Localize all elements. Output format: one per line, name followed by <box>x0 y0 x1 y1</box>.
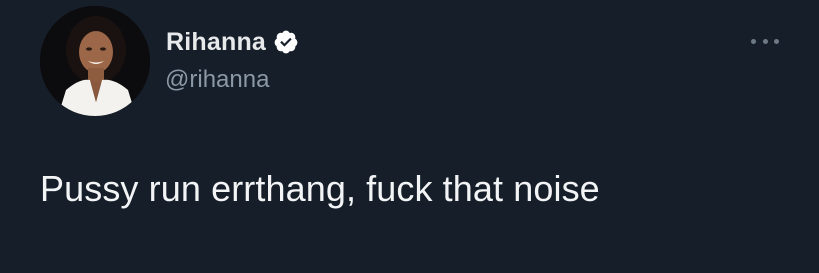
more-dot <box>762 38 768 44</box>
author-handle[interactable]: @rihanna <box>165 66 269 94</box>
verified-badge-icon <box>273 29 299 55</box>
more-horizontal-icon[interactable] <box>751 36 779 46</box>
display-name[interactable]: Rihanna <box>166 28 266 57</box>
tweet-text: Pussy run errthang, fuck that noise <box>40 168 600 209</box>
more-dot <box>774 38 779 44</box>
avatar[interactable] <box>40 6 150 116</box>
avatar-image <box>40 6 150 116</box>
more-dot <box>751 38 756 44</box>
tweet-card: Rihanna @rihanna Pussy run errthang, fuc… <box>0 0 819 273</box>
author-name-row: Rihanna <box>166 24 299 60</box>
